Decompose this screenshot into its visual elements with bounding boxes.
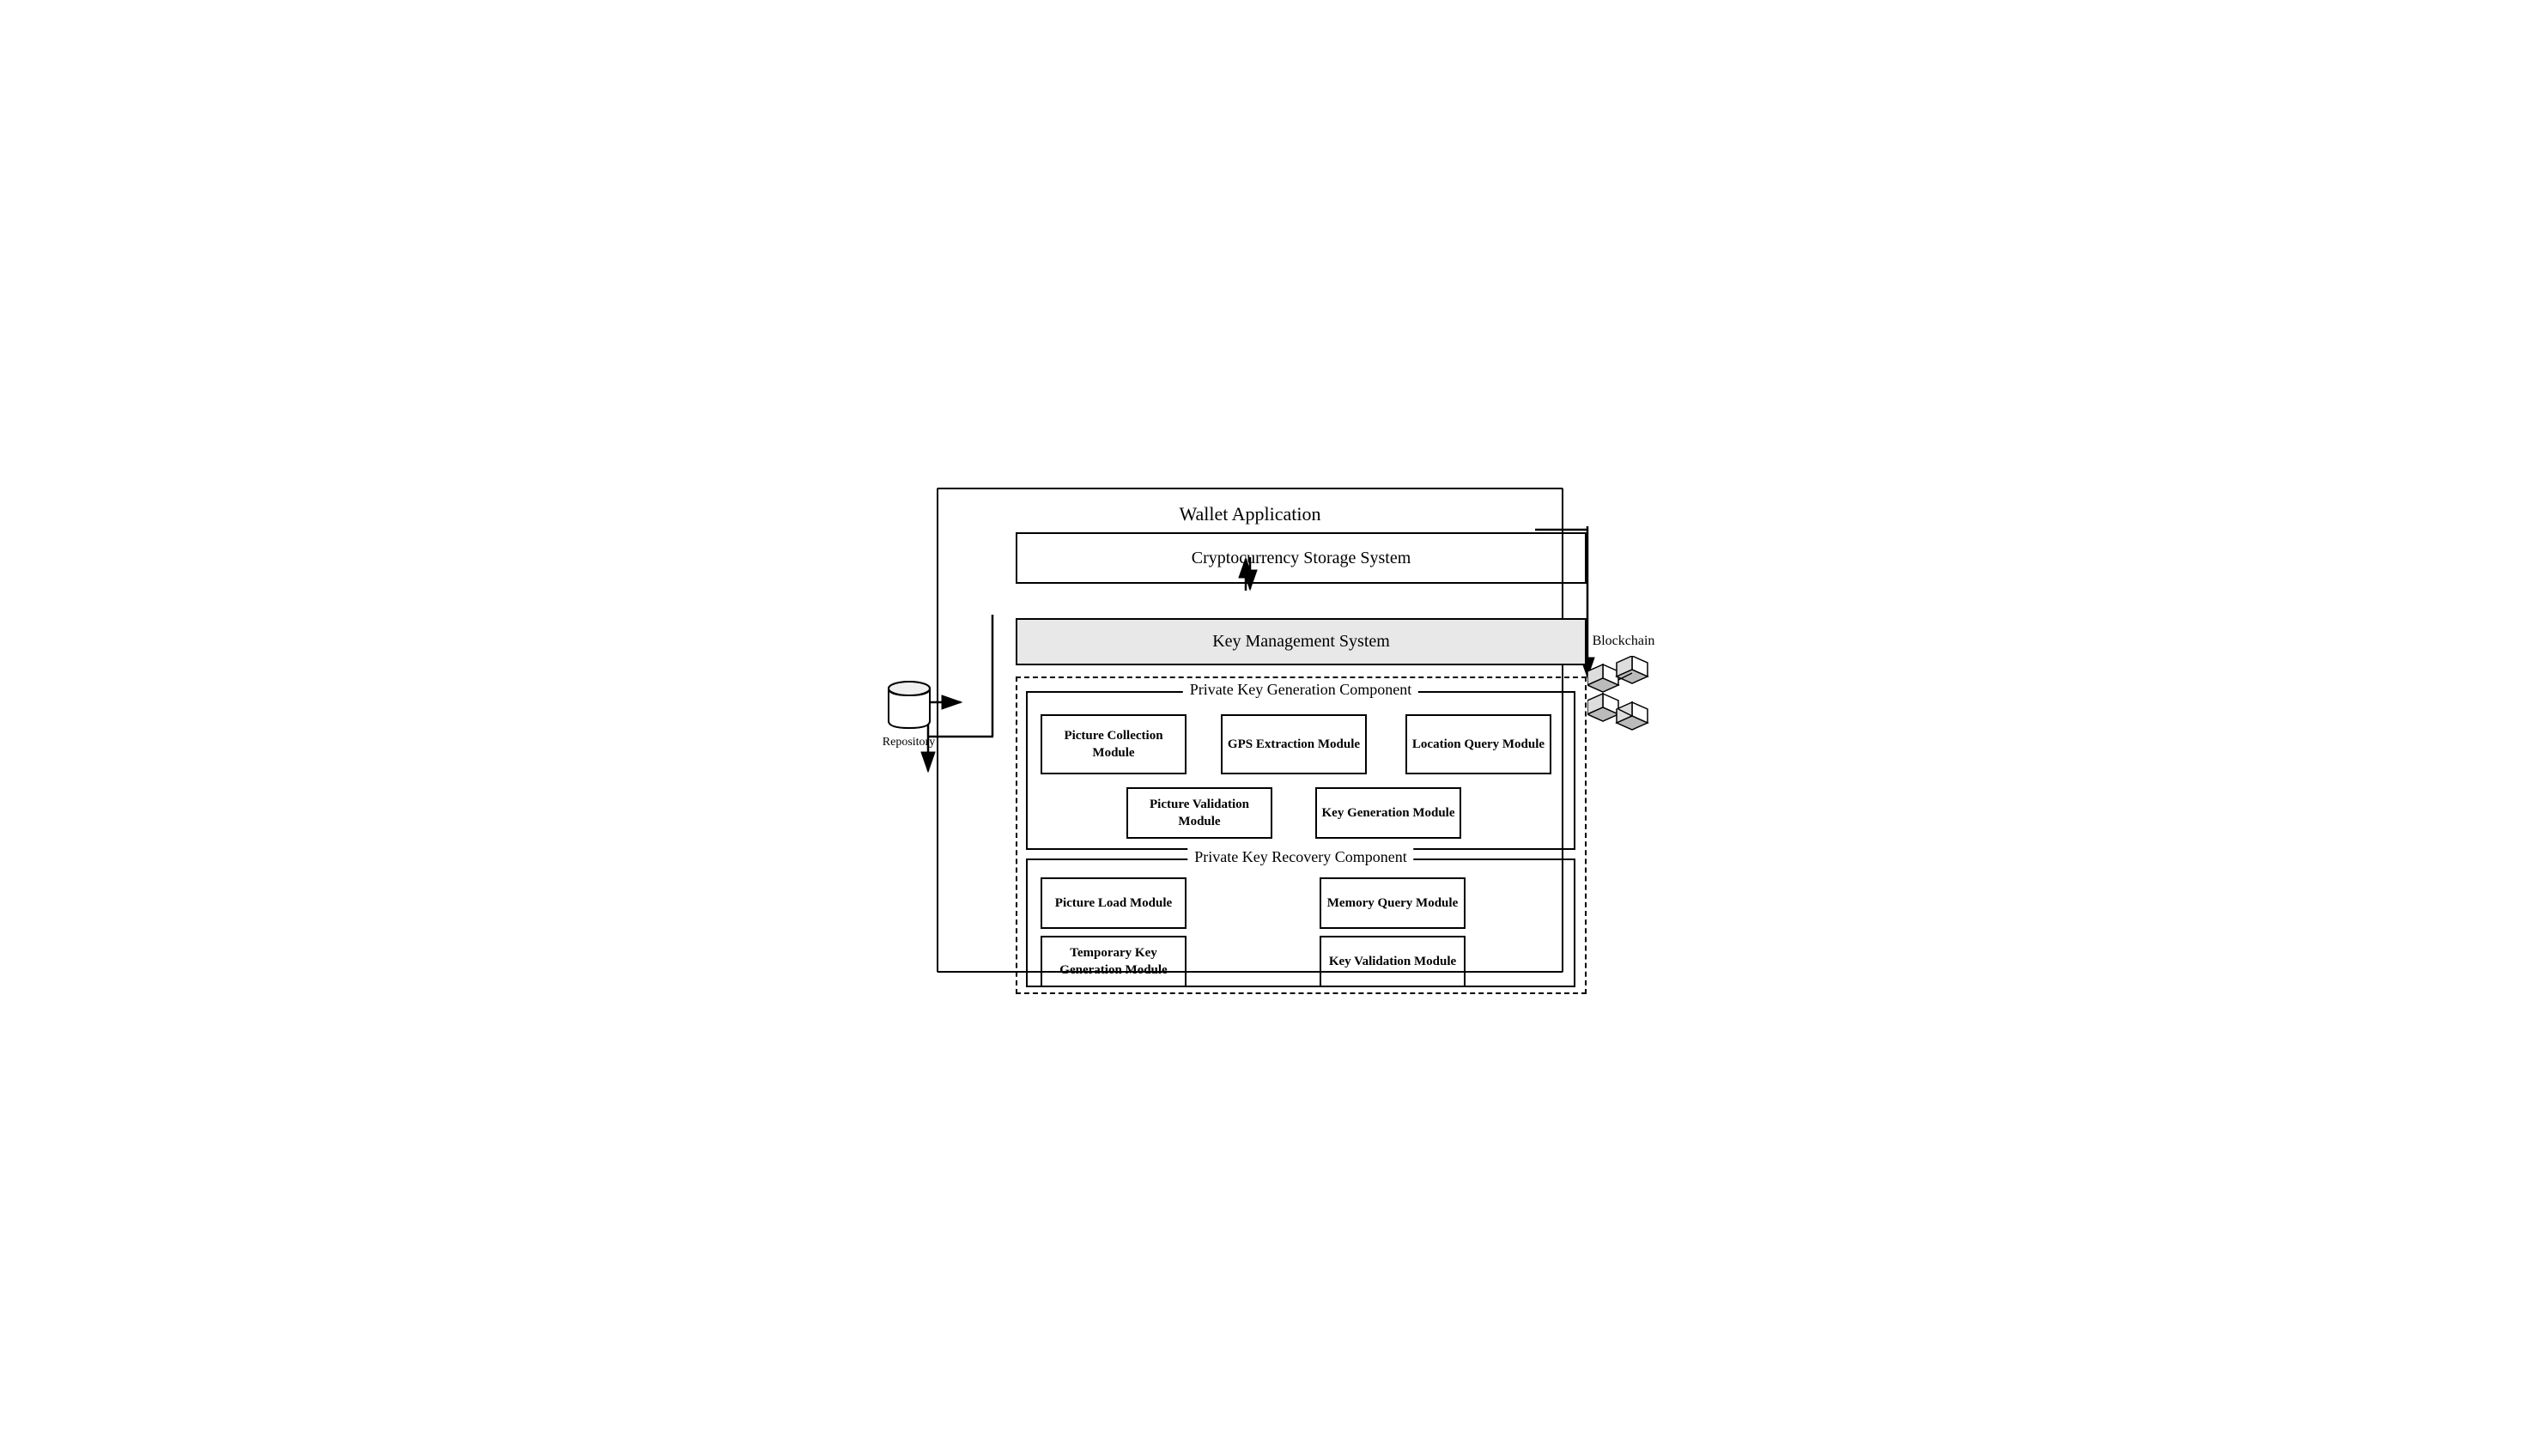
crypto-storage-box: Cryptocurrency Storage System — [1016, 532, 1587, 584]
diagram: Wallet Application Cryptocurrency Storag… — [885, 462, 1658, 994]
gps-extraction-module: GPS Extraction Module — [1221, 714, 1367, 774]
blockchain-container: Blockchain — [1589, 634, 1658, 733]
pkrecov-component: Private Key Recovery Component Picture L… — [1026, 858, 1575, 987]
picture-load-module: Picture Load Module — [1041, 877, 1187, 929]
repository-icon — [885, 676, 933, 731]
pkgen-component: Private Key Generation Component Picture… — [1026, 691, 1575, 850]
picture-validation-module: Picture Validation Module — [1126, 787, 1272, 839]
dashed-container: Private Key Generation Component Picture… — [1016, 676, 1587, 994]
pkgen-label: Private Key Generation Component — [1183, 681, 1418, 699]
blockchain-icon — [1587, 656, 1660, 733]
picture-collection-module: Picture Collection Module — [1041, 714, 1187, 774]
memory-query-module: Memory Query Module — [1320, 877, 1466, 929]
pkrecov-label: Private Key Recovery Component — [1187, 848, 1413, 866]
wallet-app-label: Wallet Application — [1170, 503, 1329, 525]
key-validation-module: Key Validation Module — [1320, 936, 1466, 987]
temp-key-gen-module: Temporary Key Generation Module — [1041, 936, 1187, 987]
crypto-storage-label: Cryptocurrency Storage System — [1192, 549, 1411, 568]
repository-container: Repository — [885, 676, 932, 749]
key-mgmt-box: Key Management System — [1016, 618, 1587, 665]
repository-label: Repository — [883, 736, 935, 749]
key-generation-module: Key Generation Module — [1315, 787, 1461, 839]
wallet-app-box: Wallet Application Cryptocurrency Storag… — [937, 488, 1563, 973]
blockchain-label: Blockchain — [1593, 634, 1655, 649]
key-mgmt-label: Key Management System — [1212, 632, 1390, 652]
location-query-module: Location Query Module — [1405, 714, 1551, 774]
